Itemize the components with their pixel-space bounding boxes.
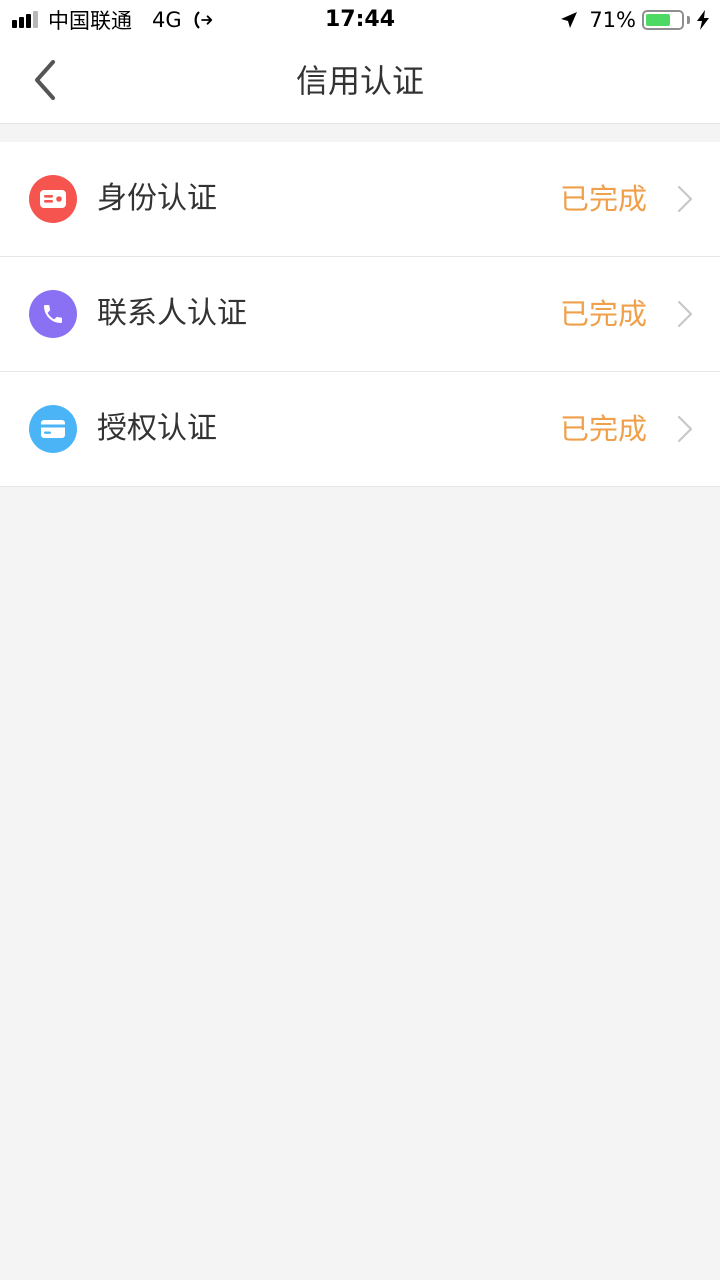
status-bar-right: 71% — [559, 0, 710, 40]
call-forwarding-icon — [194, 11, 212, 29]
charging-bolt-icon — [697, 10, 709, 30]
status-text: 已完成 — [559, 412, 647, 446]
status-bar-left: 中国联通 4G — [12, 0, 214, 40]
signal-bar — [12, 20, 17, 28]
signal-strength-icon — [12, 11, 40, 28]
chevron-right-icon — [677, 185, 693, 213]
item-label: 身份认证 — [97, 181, 217, 216]
phone-icon — [44, 305, 62, 323]
verification-list: 身份认证 已完成 联系人认证 已完成 授权认证 已完成 — [0, 142, 720, 487]
item-label: 联系人认证 — [97, 296, 247, 331]
battery-percentage: 71% — [589, 8, 636, 32]
status-text: 已完成 — [559, 182, 647, 216]
battery-level-fill — [646, 14, 670, 26]
item-icon-badge — [29, 290, 77, 338]
item-label: 授权认证 — [97, 411, 217, 446]
item-icon-badge — [29, 405, 77, 453]
location-arrow-icon — [561, 12, 578, 28]
id-card-icon — [40, 190, 66, 208]
battery-icon — [642, 10, 684, 30]
chevron-right-icon — [677, 415, 693, 443]
chevron-right-icon — [677, 300, 693, 328]
item-icon-badge — [29, 175, 77, 223]
status-bar: 中国联通 4G 17:44 71% — [0, 0, 720, 40]
credit-card-icon — [41, 420, 65, 438]
signal-bar — [33, 11, 38, 28]
chevron-left-icon — [35, 60, 55, 100]
status-text: 已完成 — [559, 297, 647, 331]
list-item-authorization-verification[interactable]: 授权认证 已完成 — [0, 372, 720, 487]
page-title: 信用认证 — [295, 62, 424, 100]
list-item-contact-verification[interactable]: 联系人认证 已完成 — [0, 257, 720, 372]
back-button[interactable] — [22, 58, 66, 102]
carrier-name: 中国联通 — [48, 9, 132, 33]
list-item-identity-verification[interactable]: 身份认证 已完成 — [0, 142, 720, 257]
signal-bar — [26, 14, 31, 28]
navigation-bar: 信用认证 — [0, 40, 720, 124]
battery-cap — [687, 16, 690, 24]
signal-bar — [19, 17, 24, 28]
network-type: 4G — [152, 8, 182, 32]
